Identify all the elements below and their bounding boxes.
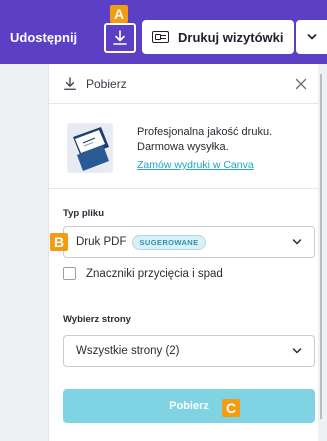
download-icon <box>113 30 127 45</box>
top-toolbar: Udostępnij Drukuj wizytówki <box>0 0 327 64</box>
download-panel: Pobierz Profesjonalna jakość druku. Darm… <box>48 64 319 441</box>
annotation-badge-c: C <box>222 399 240 417</box>
crop-marks-label: Znaczniki przycięcia i spad <box>86 267 223 280</box>
promo-line-2: Darmowa wysyłka. <box>137 141 229 153</box>
print-promo: Profesjonalna jakość druku. Darmowa wysy… <box>49 105 319 189</box>
download-icon <box>64 76 76 90</box>
file-type-label: Typ pliku <box>63 208 104 219</box>
scrollbar[interactable] <box>318 64 327 441</box>
download-button-label: Pobierz <box>169 400 209 412</box>
annotation-badge-a: A <box>110 5 128 23</box>
more-options-button[interactable] <box>296 20 327 54</box>
download-button[interactable]: Pobierz <box>63 389 315 423</box>
file-type-value: Druk PDF <box>76 236 127 248</box>
crop-marks-checkbox[interactable] <box>63 267 76 280</box>
download-toolbar-button[interactable] <box>104 23 136 53</box>
promo-text: Profesjonalna jakość druku. Darmowa wysy… <box>137 125 312 155</box>
suggested-badge: SUGEROWANE <box>132 234 206 250</box>
chevron-down-icon <box>307 34 316 40</box>
chevron-down-icon <box>292 348 302 354</box>
share-button[interactable]: Udostępnij <box>10 24 77 52</box>
panel-header: Pobierz <box>49 64 319 104</box>
panel-title: Pobierz <box>86 76 127 91</box>
pages-select[interactable]: Wszystkie strony (2) <box>63 335 315 367</box>
close-icon[interactable] <box>293 76 309 92</box>
annotation-badge-b: B <box>50 233 68 251</box>
business-cards-image <box>67 123 113 173</box>
file-type-select[interactable]: Druk PDF SUGEROWANE <box>63 226 315 258</box>
promo-line-1: Profesjonalna jakość druku. <box>137 126 273 138</box>
chevron-down-icon <box>292 239 302 245</box>
order-prints-link[interactable]: Zamów wydruki w Canva <box>137 159 254 171</box>
crop-marks-option[interactable]: Znaczniki przycięcia i spad <box>63 267 223 280</box>
canvas-background-left <box>0 64 48 441</box>
pages-value: Wszystkie strony (2) <box>76 345 180 357</box>
print-business-cards-button[interactable]: Drukuj wizytówki <box>142 20 294 54</box>
pages-label: Wybierz strony <box>63 314 131 325</box>
business-card-icon <box>152 31 169 43</box>
print-button-label: Drukuj wizytówki <box>178 29 284 45</box>
